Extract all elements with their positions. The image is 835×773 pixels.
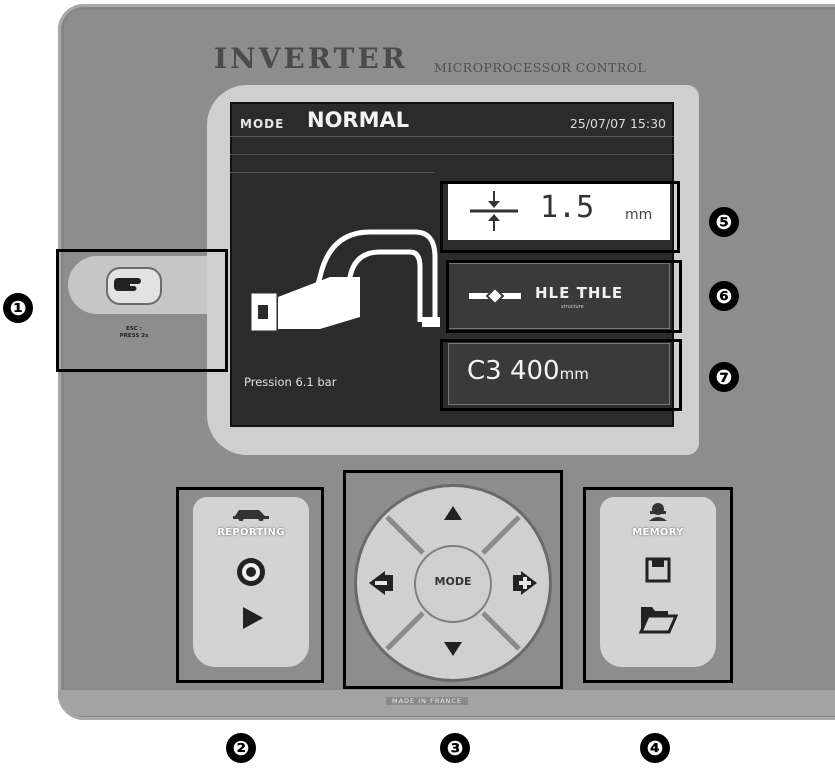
mode-label: MODE xyxy=(240,117,285,131)
callout-1-text: ❶ xyxy=(9,296,27,320)
mode-value: NORMAL xyxy=(307,108,410,132)
callout-number-6: ❻ xyxy=(709,281,739,311)
callout-box-5 xyxy=(440,181,680,253)
callout-box-7 xyxy=(440,339,682,411)
callout-box-4 xyxy=(583,487,733,683)
screen-divider xyxy=(230,172,435,173)
callout-number-2: ❷ xyxy=(226,733,256,763)
callout-5-text: ❺ xyxy=(715,210,733,234)
callout-6-text: ❻ xyxy=(715,284,733,308)
spot-welding-gun-icon xyxy=(250,229,440,334)
callout-number-7: ❼ xyxy=(709,362,739,392)
screen-divider xyxy=(230,154,674,155)
made-in-label: MADE IN FRANCE xyxy=(386,697,469,705)
callout-number-5: ❺ xyxy=(709,207,739,237)
callout-number-4: ❹ xyxy=(640,733,670,763)
callout-box-6 xyxy=(446,260,682,333)
callout-number-3: ❸ xyxy=(440,733,470,763)
pressure-readout: Pression 6.1 bar xyxy=(244,375,337,389)
callout-box-3 xyxy=(343,470,563,689)
callout-7-text: ❼ xyxy=(715,365,733,389)
callout-3-text: ❸ xyxy=(446,736,464,760)
callout-box-1 xyxy=(56,249,228,372)
callout-box-2 xyxy=(176,487,324,683)
screen-topbar: MODE NORMAL 25/07/07 15:30 xyxy=(230,102,674,137)
callout-number-1: ❶ xyxy=(3,293,33,323)
brand-title: INVERTER xyxy=(214,42,408,75)
brand-subtitle: MICROPROCESSOR CONTROL xyxy=(434,60,647,75)
date-time: 25/07/07 15:30 xyxy=(569,116,666,131)
callout-2-text: ❷ xyxy=(232,736,250,760)
callout-4-text: ❹ xyxy=(646,736,664,760)
